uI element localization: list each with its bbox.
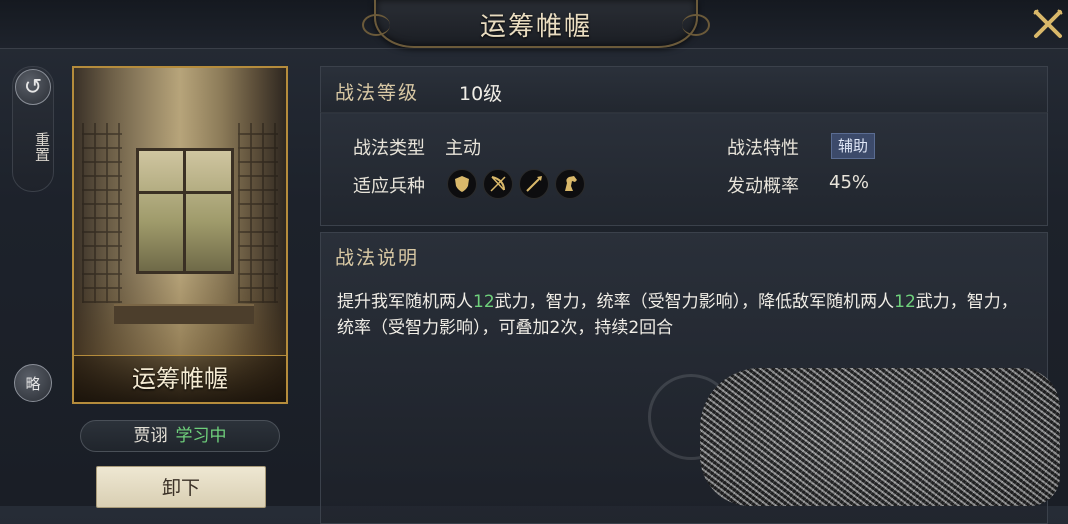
spear-icon [519, 169, 549, 199]
troops-label: 适应兵种 [353, 176, 425, 197]
reset-label: 重置 [33, 132, 51, 162]
desc-part-2: 武力，智力，统率（受智力影响），降低敌军随机两人 [494, 292, 895, 312]
close-icon [1033, 9, 1063, 38]
learner-pill: 贾诩 学习中 [80, 420, 280, 452]
trait-label: 战法特性 [727, 138, 799, 159]
bow-icon [483, 169, 513, 199]
type-label: 战法类型 [353, 138, 425, 159]
brief-label: 略 [25, 374, 41, 393]
card-lattice-right [238, 123, 278, 303]
card-caption: 运筹帷幄 [74, 355, 286, 402]
attributes-panel: 战法类型 主动 战法特性 辅助 适应兵种 发动概率 45% [320, 112, 1048, 226]
type-value: 主动 [445, 138, 481, 159]
desc-part-1: 提升我军随机两人 [337, 292, 473, 312]
card-window [136, 148, 234, 274]
reset-icon[interactable]: ↺ [15, 69, 51, 105]
description-text: 提升我军随机两人12武力，智力，统率（受智力影响），降低敌军随机两人12武力，智… [337, 289, 1027, 341]
description-title: 战法说明 [335, 247, 420, 269]
page-title: 运筹帷幄 [479, 12, 592, 42]
level-panel: 战法等级 10级 [320, 66, 1048, 114]
desc-number-1: 12 [473, 292, 495, 312]
unload-button[interactable]: 卸下 [96, 466, 266, 508]
card-table [114, 304, 254, 324]
trait-badge: 辅助 [831, 133, 876, 159]
learner-name: 贾诩 [133, 426, 168, 446]
obscured-watermark [700, 368, 1060, 506]
reset-rail[interactable]: ↺ 重置 [12, 66, 54, 192]
rate-value: 45% [829, 172, 870, 193]
brief-button[interactable]: 略 [14, 364, 52, 402]
title-plate: 运筹帷幄 [362, 0, 710, 48]
level-value: 10级 [459, 83, 503, 105]
desc-number-2: 12 [894, 292, 916, 312]
tactic-card: 运筹帷幄 [72, 66, 288, 404]
learner-status: 学习中 [175, 426, 227, 446]
shield-icon [447, 169, 477, 199]
level-label: 战法等级 [335, 82, 420, 104]
close-button[interactable] [1030, 6, 1066, 42]
card-lattice-left [82, 123, 122, 303]
rate-label: 发动概率 [727, 176, 799, 197]
horse-icon [555, 169, 585, 199]
